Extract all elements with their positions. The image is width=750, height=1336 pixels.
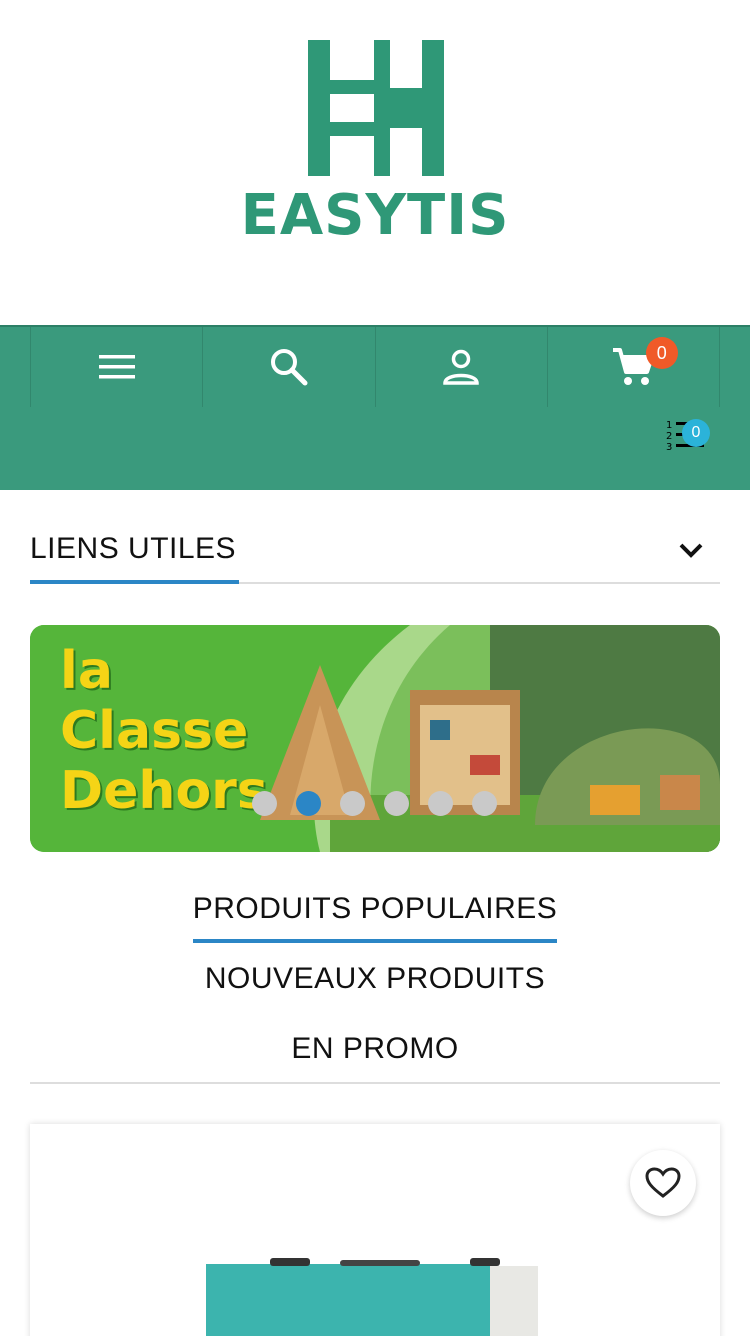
banner-line-1: la (60, 641, 113, 701)
active-tab-underline (193, 939, 557, 943)
svg-text:2: 2 (666, 431, 672, 442)
menu-icon (98, 355, 135, 379)
heart-icon (645, 1167, 681, 1198)
chevron-down-icon (679, 543, 703, 558)
carousel-dot[interactable] (472, 791, 497, 816)
carousel-dot-active[interactable] (296, 791, 321, 816)
compare-button[interactable]: 1 2 3 0 (666, 419, 710, 451)
carousel-dot[interactable] (340, 791, 365, 816)
wishlist-button[interactable] (630, 1150, 696, 1216)
promo-banner[interactable]: la Classe Dehors (30, 625, 720, 852)
banner-line-2: Classe (60, 701, 249, 761)
carousel-dot[interactable] (428, 791, 453, 816)
carousel-dot[interactable] (384, 791, 409, 816)
easytis-logo-mark[interactable] (308, 40, 444, 176)
carousel-dot[interactable] (252, 791, 277, 816)
useful-links-title: LIENS UTILES (30, 532, 237, 565)
tab-popular-products[interactable]: PRODUITS POPULAIRES (30, 892, 720, 926)
search-button[interactable] (202, 327, 374, 407)
cart-count-badge: 0 (645, 337, 678, 369)
tab-new-products[interactable]: NOUVEAUX PRODUITS (30, 962, 720, 996)
carousel-dots (252, 791, 497, 816)
menu-button[interactable] (30, 327, 202, 407)
cart-button[interactable]: 0 (546, 327, 720, 407)
banner-headline: la Classe Dehors (60, 641, 268, 821)
svg-text:3: 3 (666, 442, 672, 451)
account-button[interactable] (374, 327, 547, 407)
header-logo-area: EASYTIS (0, 0, 750, 325)
useful-links-toggle[interactable]: LIENS UTILES (30, 520, 720, 584)
svg-text:1: 1 (666, 420, 672, 431)
product-image (206, 1258, 538, 1336)
main-navbar: 0 1 2 3 0 (0, 325, 750, 490)
useful-links-underline (30, 580, 239, 584)
tab-on-sale[interactable]: EN PROMO (30, 1032, 720, 1066)
compare-count-badge: 0 (682, 419, 710, 447)
search-icon (270, 349, 308, 386)
banner-line-3: Dehors (60, 761, 268, 821)
product-card[interactable] (30, 1124, 720, 1336)
product-tabs: PRODUITS POPULAIRES NOUVEAUX PRODUITS EN… (30, 880, 720, 1084)
logo-text: EASYTIS (240, 183, 510, 248)
account-icon (443, 349, 479, 385)
